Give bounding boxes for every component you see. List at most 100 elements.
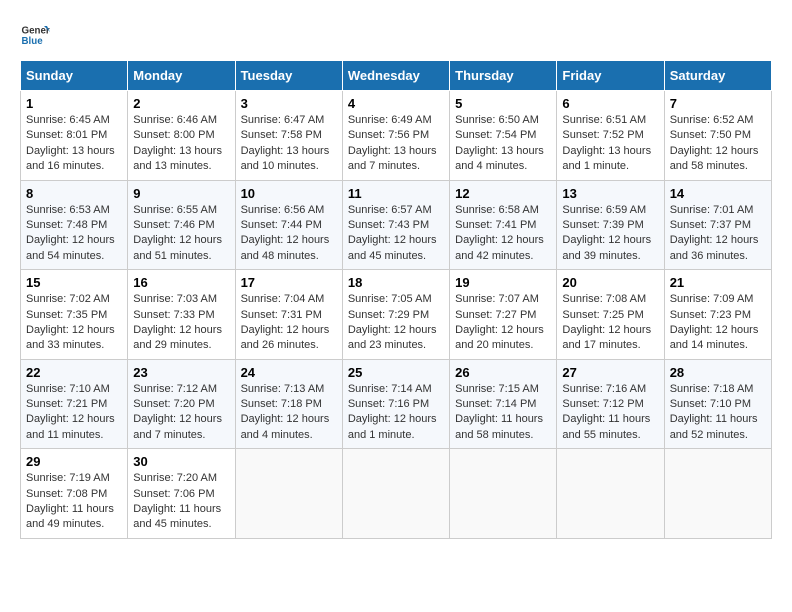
sunset-label: Sunset: 7:58 PM <box>241 129 322 141</box>
sunrise-label: Sunrise: 7:14 AM <box>348 383 432 395</box>
day-number: 14 <box>670 186 766 201</box>
weekday-header-row: SundayMondayTuesdayWednesdayThursdayFrid… <box>21 61 772 91</box>
weekday-thursday: Thursday <box>450 61 557 91</box>
day-info: Sunrise: 6:51 AM Sunset: 7:52 PM Dayligh… <box>562 113 658 175</box>
daylight-label: Daylight: 12 hours and 33 minutes. <box>26 324 115 351</box>
sunrise-label: Sunrise: 7:08 AM <box>562 293 646 305</box>
weekday-friday: Friday <box>557 61 664 91</box>
sunset-label: Sunset: 7:41 PM <box>455 219 536 231</box>
sunrise-label: Sunrise: 6:57 AM <box>348 204 432 216</box>
calendar-cell <box>664 449 771 539</box>
sunset-label: Sunset: 7:16 PM <box>348 398 429 410</box>
calendar-cell: 19 Sunrise: 7:07 AM Sunset: 7:27 PM Dayl… <box>450 270 557 360</box>
sunrise-label: Sunrise: 7:03 AM <box>133 293 217 305</box>
sunrise-label: Sunrise: 6:49 AM <box>348 114 432 126</box>
calendar-cell: 26 Sunrise: 7:15 AM Sunset: 7:14 PM Dayl… <box>450 359 557 449</box>
day-info: Sunrise: 6:45 AM Sunset: 8:01 PM Dayligh… <box>26 113 122 175</box>
calendar-cell: 25 Sunrise: 7:14 AM Sunset: 7:16 PM Dayl… <box>342 359 449 449</box>
logo: General Blue <box>20 20 50 50</box>
daylight-label: Daylight: 13 hours and 4 minutes. <box>455 145 544 172</box>
sunrise-label: Sunrise: 7:19 AM <box>26 472 110 484</box>
day-info: Sunrise: 7:04 AM Sunset: 7:31 PM Dayligh… <box>241 292 337 354</box>
day-number: 21 <box>670 275 766 290</box>
calendar-table: SundayMondayTuesdayWednesdayThursdayFrid… <box>20 60 772 539</box>
daylight-label: Daylight: 12 hours and 58 minutes. <box>670 145 759 172</box>
calendar-cell: 30 Sunrise: 7:20 AM Sunset: 7:06 PM Dayl… <box>128 449 235 539</box>
day-number: 12 <box>455 186 551 201</box>
calendar-week-4: 22 Sunrise: 7:10 AM Sunset: 7:21 PM Dayl… <box>21 359 772 449</box>
day-number: 23 <box>133 365 229 380</box>
daylight-label: Daylight: 12 hours and 39 minutes. <box>562 234 651 261</box>
daylight-label: Daylight: 13 hours and 1 minute. <box>562 145 651 172</box>
sunrise-label: Sunrise: 7:09 AM <box>670 293 754 305</box>
sunrise-label: Sunrise: 6:51 AM <box>562 114 646 126</box>
calendar-week-1: 1 Sunrise: 6:45 AM Sunset: 8:01 PM Dayli… <box>21 91 772 181</box>
sunset-label: Sunset: 7:44 PM <box>241 219 322 231</box>
calendar-cell: 8 Sunrise: 6:53 AM Sunset: 7:48 PM Dayli… <box>21 180 128 270</box>
calendar-cell: 17 Sunrise: 7:04 AM Sunset: 7:31 PM Dayl… <box>235 270 342 360</box>
sunset-label: Sunset: 7:29 PM <box>348 309 429 321</box>
day-info: Sunrise: 6:53 AM Sunset: 7:48 PM Dayligh… <box>26 203 122 265</box>
page-header: General Blue <box>20 20 772 50</box>
sunrise-label: Sunrise: 7:10 AM <box>26 383 110 395</box>
day-info: Sunrise: 6:57 AM Sunset: 7:43 PM Dayligh… <box>348 203 444 265</box>
weekday-monday: Monday <box>128 61 235 91</box>
daylight-label: Daylight: 12 hours and 17 minutes. <box>562 324 651 351</box>
sunset-label: Sunset: 7:35 PM <box>26 309 107 321</box>
weekday-tuesday: Tuesday <box>235 61 342 91</box>
day-number: 16 <box>133 275 229 290</box>
sunset-label: Sunset: 8:00 PM <box>133 129 214 141</box>
daylight-label: Daylight: 13 hours and 10 minutes. <box>241 145 330 172</box>
day-info: Sunrise: 6:56 AM Sunset: 7:44 PM Dayligh… <box>241 203 337 265</box>
calendar-cell: 9 Sunrise: 6:55 AM Sunset: 7:46 PM Dayli… <box>128 180 235 270</box>
day-info: Sunrise: 7:18 AM Sunset: 7:10 PM Dayligh… <box>670 382 766 444</box>
day-number: 2 <box>133 96 229 111</box>
day-number: 8 <box>26 186 122 201</box>
daylight-label: Daylight: 12 hours and 7 minutes. <box>133 413 222 440</box>
calendar-cell: 28 Sunrise: 7:18 AM Sunset: 7:10 PM Dayl… <box>664 359 771 449</box>
sunset-label: Sunset: 7:54 PM <box>455 129 536 141</box>
day-number: 5 <box>455 96 551 111</box>
day-info: Sunrise: 7:14 AM Sunset: 7:16 PM Dayligh… <box>348 382 444 444</box>
day-info: Sunrise: 7:05 AM Sunset: 7:29 PM Dayligh… <box>348 292 444 354</box>
sunrise-label: Sunrise: 7:15 AM <box>455 383 539 395</box>
daylight-label: Daylight: 11 hours and 58 minutes. <box>455 413 543 440</box>
day-number: 10 <box>241 186 337 201</box>
day-number: 25 <box>348 365 444 380</box>
sunrise-label: Sunrise: 6:50 AM <box>455 114 539 126</box>
calendar-cell: 18 Sunrise: 7:05 AM Sunset: 7:29 PM Dayl… <box>342 270 449 360</box>
day-info: Sunrise: 7:08 AM Sunset: 7:25 PM Dayligh… <box>562 292 658 354</box>
day-number: 26 <box>455 365 551 380</box>
daylight-label: Daylight: 12 hours and 26 minutes. <box>241 324 330 351</box>
calendar-cell: 14 Sunrise: 7:01 AM Sunset: 7:37 PM Dayl… <box>664 180 771 270</box>
day-info: Sunrise: 6:50 AM Sunset: 7:54 PM Dayligh… <box>455 113 551 175</box>
weekday-saturday: Saturday <box>664 61 771 91</box>
sunset-label: Sunset: 7:33 PM <box>133 309 214 321</box>
logo-icon: General Blue <box>20 20 50 50</box>
day-info: Sunrise: 7:03 AM Sunset: 7:33 PM Dayligh… <box>133 292 229 354</box>
day-info: Sunrise: 7:02 AM Sunset: 7:35 PM Dayligh… <box>26 292 122 354</box>
calendar-cell: 13 Sunrise: 6:59 AM Sunset: 7:39 PM Dayl… <box>557 180 664 270</box>
sunrise-label: Sunrise: 6:58 AM <box>455 204 539 216</box>
day-info: Sunrise: 6:52 AM Sunset: 7:50 PM Dayligh… <box>670 113 766 175</box>
day-info: Sunrise: 6:49 AM Sunset: 7:56 PM Dayligh… <box>348 113 444 175</box>
calendar-cell: 1 Sunrise: 6:45 AM Sunset: 8:01 PM Dayli… <box>21 91 128 181</box>
daylight-label: Daylight: 13 hours and 7 minutes. <box>348 145 437 172</box>
calendar-cell: 15 Sunrise: 7:02 AM Sunset: 7:35 PM Dayl… <box>21 270 128 360</box>
sunset-label: Sunset: 7:18 PM <box>241 398 322 410</box>
day-number: 30 <box>133 454 229 469</box>
sunrise-label: Sunrise: 6:52 AM <box>670 114 754 126</box>
calendar-cell: 23 Sunrise: 7:12 AM Sunset: 7:20 PM Dayl… <box>128 359 235 449</box>
day-number: 28 <box>670 365 766 380</box>
sunset-label: Sunset: 7:50 PM <box>670 129 751 141</box>
sunrise-label: Sunrise: 7:05 AM <box>348 293 432 305</box>
sunrise-label: Sunrise: 7:13 AM <box>241 383 325 395</box>
sunset-label: Sunset: 7:43 PM <box>348 219 429 231</box>
day-number: 18 <box>348 275 444 290</box>
daylight-label: Daylight: 12 hours and 1 minute. <box>348 413 437 440</box>
daylight-label: Daylight: 12 hours and 36 minutes. <box>670 234 759 261</box>
sunrise-label: Sunrise: 6:59 AM <box>562 204 646 216</box>
day-number: 6 <box>562 96 658 111</box>
daylight-label: Daylight: 12 hours and 48 minutes. <box>241 234 330 261</box>
sunset-label: Sunset: 7:31 PM <box>241 309 322 321</box>
